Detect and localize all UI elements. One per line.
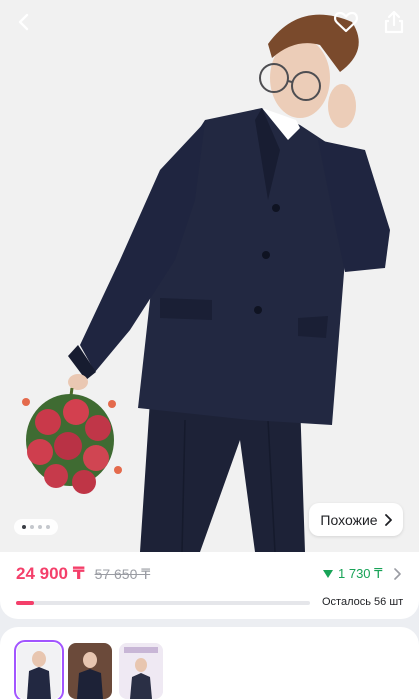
pager-dot — [30, 525, 34, 529]
stock-progress-fill — [16, 601, 34, 605]
price-card: 24 900 ₸ 57 650 ₸ 1 730 ₸ — [0, 552, 419, 619]
product-screen: Похожие 24 900 ₸ 57 650 ₸ 1 730 ₸ Остало… — [0, 0, 419, 699]
share-button[interactable] — [378, 6, 410, 38]
pager-dot — [38, 525, 42, 529]
heart-icon — [334, 11, 358, 33]
old-price: 57 650 ₸ — [94, 566, 151, 582]
chevron-right-icon — [394, 568, 402, 580]
product-image[interactable]: Похожие — [0, 0, 419, 552]
price-row: 24 900 ₸ 57 650 ₸ — [16, 564, 150, 584]
thumbnail[interactable] — [14, 640, 64, 699]
current-price: 24 900 ₸ — [16, 564, 85, 583]
back-button[interactable] — [8, 6, 40, 38]
gallery-pager — [14, 519, 58, 535]
thumbnail-image — [68, 643, 112, 699]
similar-label: Похожие — [320, 511, 378, 528]
similar-button[interactable]: Похожие — [309, 503, 403, 536]
thumbnail-image — [119, 643, 163, 699]
triangle-down-icon — [323, 570, 333, 578]
product-photo — [0, 0, 419, 552]
thumbnail[interactable] — [68, 643, 112, 699]
bonus-amount: 1 730 ₸ — [338, 566, 383, 581]
thumbnail[interactable] — [119, 643, 163, 699]
thumbnail-image — [17, 643, 61, 699]
share-icon — [384, 10, 404, 34]
stock-progress-bar — [16, 601, 310, 605]
favorite-button[interactable] — [330, 6, 362, 38]
stock-remaining: Осталось 56 шт — [322, 596, 404, 608]
thumbnail-strip — [0, 627, 419, 699]
bonus-button[interactable]: 1 730 ₸ — [322, 566, 402, 582]
pager-dot — [46, 525, 50, 529]
chevron-left-icon — [18, 13, 29, 31]
pager-dot — [22, 525, 26, 529]
chevron-right-icon — [384, 513, 392, 526]
